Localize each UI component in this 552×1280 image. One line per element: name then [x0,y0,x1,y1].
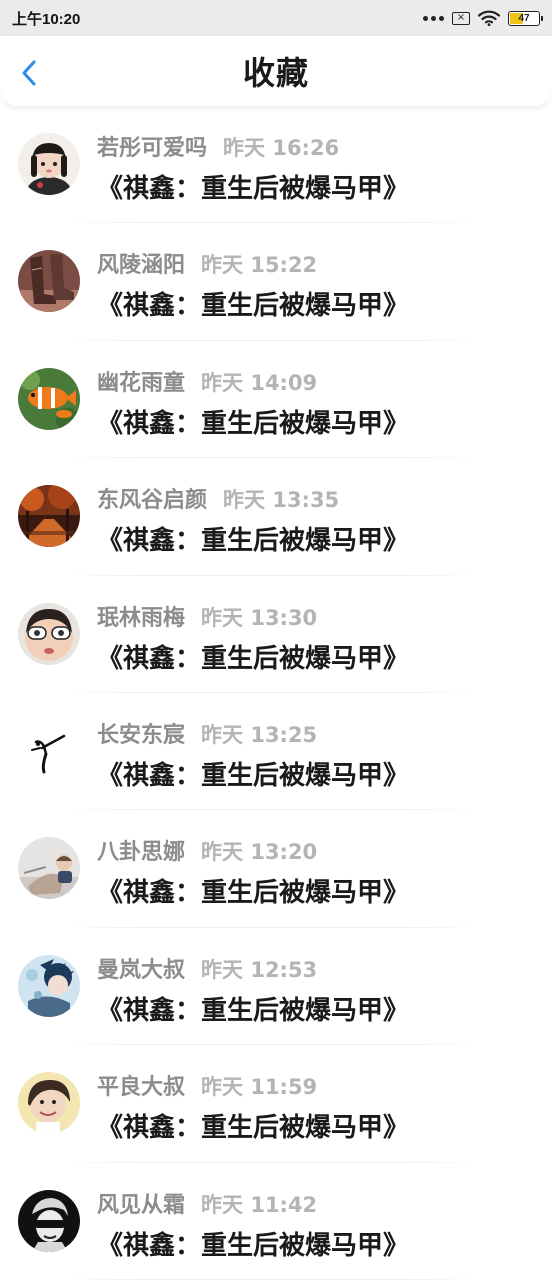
book-title[interactable]: 《祺鑫：重生后被爆马甲》 [97,1225,409,1262]
avatar[interactable] [18,485,80,548]
avatar-girl-image [18,133,80,195]
status-time: 上午10:20 [12,10,81,28]
author-name[interactable]: 珉林雨梅 [97,600,185,632]
item-text: 平良大叔 昨天 11:59 《祺鑫：重生后被爆马甲》 [97,1069,409,1144]
author-name[interactable]: 风陵涵阳 [97,247,185,279]
avatar-boots-image [18,250,80,313]
list-item[interactable]: 八卦思娜 昨天 13:20 《祺鑫：重生后被爆马甲》 [0,810,552,928]
list-item[interactable]: 幽花雨童 昨天 14:09 《祺鑫：重生后被爆马甲》 [0,341,552,459]
back-button[interactable] [14,58,44,88]
avatar[interactable] [18,250,80,313]
no-sim-icon: × [452,11,470,25]
avatar[interactable] [18,1072,80,1135]
book-title[interactable]: 《祺鑫：重生后被爆马甲》 [97,1107,409,1144]
status-icons: × 47 [423,10,543,26]
timestamp: 昨天 11:42 [201,1192,318,1217]
no-sim-label: × [456,12,466,23]
book-title[interactable]: 《祺鑫：重生后被爆马甲》 [97,755,409,792]
avatar-sunglasses-kid-image [18,602,80,665]
book-title[interactable]: 《祺鑫：重生后被爆马甲》 [97,403,409,440]
timestamp: 昨天 13:25 [201,722,318,747]
item-text: 八卦思娜 昨天 13:20 《祺鑫：重生后被爆马甲》 [97,834,409,909]
list-item[interactable]: 若彤可爱吗 昨天 16:26 《祺鑫：重生后被爆马甲》 [0,106,552,224]
author-name[interactable]: 风见从霜 [97,1187,185,1219]
list-item[interactable]: 风陵涵阳 昨天 15:22 《祺鑫：重生后被爆马甲》 [0,223,552,341]
book-title[interactable]: 《祺鑫：重生后被爆马甲》 [97,168,409,205]
author-name[interactable]: 曼岚大叔 [97,952,185,984]
list-item[interactable]: 珉林雨梅 昨天 13:30 《祺鑫：重生后被爆马甲》 [0,576,552,693]
author-name[interactable]: 东风谷启颜 [97,482,207,514]
timestamp: 昨天 13:20 [201,840,318,865]
battery-level: 47 [518,12,530,24]
list-item[interactable]: 曼岚大叔 昨天 12:53 《祺鑫：重生后被爆马甲》 [0,928,552,1046]
avatar-autumn-path-image [18,485,80,548]
page-title: 收藏 [242,54,309,92]
avatar[interactable] [18,837,80,900]
avatar-anime-boy-image [18,954,80,1017]
timestamp: 昨天 15:22 [201,253,318,278]
list-item[interactable]: 平良大叔 昨天 11:59 《祺鑫：重生后被爆马甲》 [0,1045,552,1163]
author-name[interactable]: 长安东宸 [97,717,185,749]
book-title[interactable]: 《祺鑫：重生后被爆马甲》 [97,990,409,1027]
timestamp: 昨天 14:09 [201,370,318,395]
item-text: 风见从霜 昨天 11:42 《祺鑫：重生后被爆马甲》 [97,1187,409,1262]
battery-icon: 47 [508,10,543,26]
avatar-dancer-sketch-image [18,719,80,782]
list-item[interactable]: 东风谷启颜 昨天 13:35 《祺鑫：重生后被爆马甲》 [0,458,552,576]
list-item[interactable]: 风见从霜 昨天 11:42 《祺鑫：重生后被爆马甲》 [0,1163,552,1280]
item-text: 风陵涵阳 昨天 15:22 《祺鑫：重生后被爆马甲》 [97,247,409,322]
author-name[interactable]: 幽花雨童 [97,365,185,397]
status-bar: 上午10:20 × 47 [0,0,552,36]
timestamp: 昨天 13:35 [223,488,340,513]
avatar-sunglasses-man-image [18,1189,80,1252]
avatar[interactable] [18,954,80,1017]
item-text: 幽花雨童 昨天 14:09 《祺鑫：重生后被爆马甲》 [97,365,409,440]
author-name[interactable]: 平良大叔 [97,1069,185,1101]
item-text: 曼岚大叔 昨天 12:53 《祺鑫：重生后被爆马甲》 [97,952,409,1027]
avatar[interactable] [18,1189,80,1252]
avatar[interactable] [18,133,80,195]
author-name[interactable]: 八卦思娜 [97,834,185,866]
app-header: 收藏 [0,36,552,106]
avatar-child-sitting-image [18,837,80,900]
avatar[interactable] [18,602,80,665]
item-text: 东风谷启颜 昨天 13:35 《祺鑫：重生后被爆马甲》 [97,482,409,557]
avatar[interactable] [18,367,80,430]
more-dots-icon [423,15,444,21]
book-title[interactable]: 《祺鑫：重生后被爆马甲》 [97,520,409,557]
book-title[interactable]: 《祺鑫：重生后被爆马甲》 [97,872,409,909]
chevron-left-icon [22,60,36,86]
item-text: 长安东宸 昨天 13:25 《祺鑫：重生后被爆马甲》 [97,717,409,792]
list-item[interactable]: 长安东宸 昨天 13:25 《祺鑫：重生后被爆马甲》 [0,693,552,811]
book-title[interactable]: 《祺鑫：重生后被爆马甲》 [97,638,409,675]
avatar-smiling-girl-image [18,1072,80,1135]
avatar[interactable] [18,719,80,782]
item-text: 若彤可爱吗 昨天 16:26 《祺鑫：重生后被爆马甲》 [97,130,409,205]
book-title[interactable]: 《祺鑫：重生后被爆马甲》 [97,285,409,322]
timestamp: 昨天 16:26 [223,136,340,160]
item-text: 珉林雨梅 昨天 13:30 《祺鑫：重生后被爆马甲》 [97,600,409,675]
avatar-clownfish-image [18,367,80,430]
timestamp: 昨天 13:30 [201,605,318,630]
wifi-icon [478,10,500,26]
timestamp: 昨天 12:53 [201,957,318,982]
author-name[interactable]: 若彤可爱吗 [97,130,207,162]
timestamp: 昨天 11:59 [201,1075,318,1100]
favorites-list: 若彤可爱吗 昨天 16:26 《祺鑫：重生后被爆马甲》 风陵涵阳 昨天 15:2… [0,106,552,1280]
